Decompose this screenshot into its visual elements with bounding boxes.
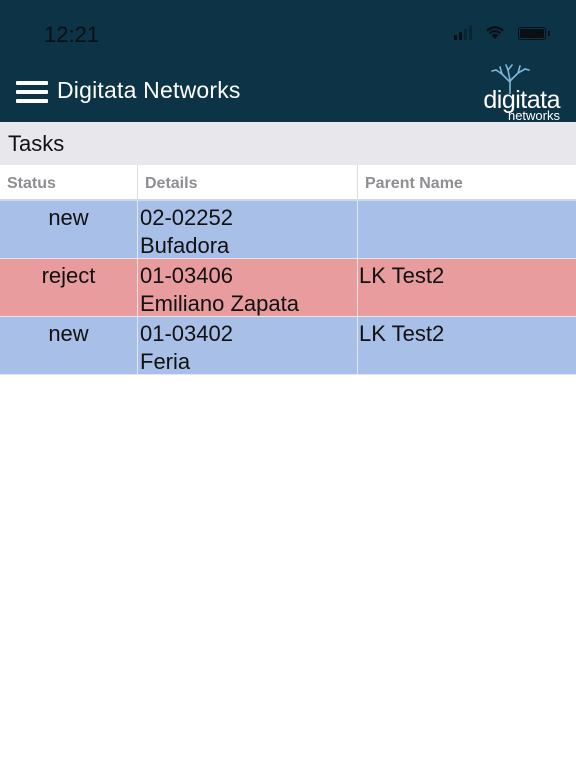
- parent-name-cell: LK Test2: [359, 263, 445, 288]
- status-cell: new: [0, 317, 138, 374]
- table-row[interactable]: reject 01-03406 Emiliano Zapata LK Test2: [0, 259, 576, 317]
- digitata-logo: digitata networks: [462, 64, 562, 123]
- battery-cap: [548, 30, 550, 36]
- details-name: Feria: [140, 349, 191, 374]
- section-header: Tasks: [0, 122, 576, 165]
- section-title: Tasks: [8, 131, 65, 156]
- app-title: Digitata Networks: [57, 77, 241, 103]
- details-name: Bufadora: [140, 233, 230, 258]
- details-name: Emiliano Zapata: [140, 291, 299, 316]
- status-cell: new: [0, 201, 138, 258]
- tasks-table: Status Details Parent Name new 02-02252 …: [0, 165, 576, 375]
- wifi-icon: [486, 26, 504, 39]
- parent-name-cell: LK Test2: [359, 321, 445, 346]
- battery-icon: [518, 26, 546, 40]
- logo-subtitle: networks: [507, 108, 560, 123]
- navigation-bar: Digitata Networks digitata networks: [0, 62, 576, 123]
- app-screen: 12:21 Digitata Networks digitata network…: [0, 0, 576, 768]
- column-header-parent-name[interactable]: Parent Name: [358, 165, 576, 201]
- details-id: 02-02252: [140, 205, 233, 230]
- column-header-details[interactable]: Details: [138, 165, 358, 201]
- status-bar: 12:21: [0, 0, 576, 60]
- cellular-signal-icon: [454, 26, 472, 40]
- details-id: 01-03406: [140, 263, 233, 288]
- table-row[interactable]: new 01-03402 Feria LK Test2: [0, 317, 576, 375]
- column-header-status[interactable]: Status: [0, 165, 138, 201]
- details-id: 01-03402: [140, 321, 233, 346]
- status-cell: reject: [0, 259, 138, 316]
- status-icons: [454, 26, 550, 40]
- parent-name-cell: [358, 201, 576, 258]
- details-cell: 02-02252 Bufadora: [138, 201, 358, 258]
- hamburger-menu-icon[interactable]: [16, 80, 48, 104]
- table-header: Status Details Parent Name: [0, 165, 576, 201]
- details-cell: 01-03402 Feria: [138, 317, 358, 374]
- app-header: 12:21 Digitata Networks digitata network…: [0, 0, 576, 123]
- table-row[interactable]: new 02-02252 Bufadora: [0, 201, 576, 259]
- status-time: 12:21: [44, 22, 100, 47]
- details-cell: 01-03406 Emiliano Zapata: [138, 259, 358, 316]
